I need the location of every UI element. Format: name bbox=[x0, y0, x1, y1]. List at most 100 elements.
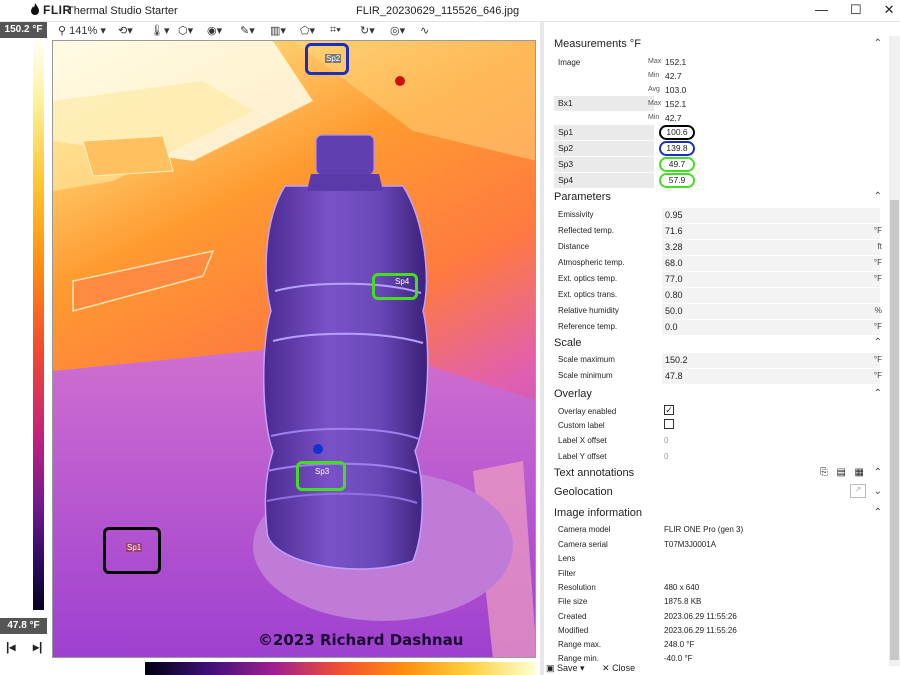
min-value: 42.7 bbox=[665, 113, 682, 123]
param-value[interactable]: 3.28 bbox=[662, 240, 880, 255]
param-label: Reference temp. bbox=[558, 322, 618, 331]
crop-tool-button[interactable]: ⌗▾ bbox=[330, 24, 341, 37]
save-button[interactable]: ▣ Save ▾ bbox=[546, 663, 585, 674]
sp2-label[interactable]: Sp2 bbox=[554, 141, 654, 156]
measurement-label: Image bbox=[558, 58, 581, 67]
info-row: Resolution 480 x 640 bbox=[544, 581, 888, 595]
custom-label-checkbox[interactable] bbox=[664, 419, 674, 429]
info-value: 248.0 °F bbox=[664, 640, 695, 649]
param-label: Reflected temp. bbox=[558, 226, 615, 235]
min-key: Min bbox=[648, 72, 660, 79]
rotate-tool-button[interactable]: ⟲▾ bbox=[118, 24, 133, 37]
chevron-down-icon[interactable]: ⌄ bbox=[874, 486, 882, 497]
temperature-scale-bar[interactable] bbox=[33, 40, 44, 610]
scale-label: Scale maximum bbox=[558, 355, 615, 364]
text-annotations-header[interactable]: Text annotations bbox=[554, 467, 634, 479]
avg-key: Avg bbox=[648, 86, 660, 93]
sp3-label[interactable]: Sp3 bbox=[554, 157, 654, 172]
scale-value[interactable]: 150.2 bbox=[662, 353, 880, 368]
voice-annotation-icon[interactable]: ▦ bbox=[855, 467, 864, 478]
measurements-header[interactable]: Measurements °F bbox=[554, 38, 641, 50]
label-x-offset-value[interactable]: 0 bbox=[664, 436, 668, 445]
overlay-row: Overlay enabled ✓ bbox=[544, 405, 888, 419]
zoom-value: 141% bbox=[69, 25, 98, 37]
copyright-watermark: ©2023 Richard Dashnau bbox=[258, 631, 464, 649]
info-value: FLIR ONE Pro (gen 3) bbox=[664, 525, 744, 534]
overlay-header[interactable]: Overlay bbox=[554, 388, 592, 400]
chevron-up-icon[interactable]: ⌃ bbox=[874, 191, 882, 202]
plot-tool-button[interactable]: ∿ bbox=[420, 24, 429, 37]
spot-marker-sp2[interactable]: Sp2 bbox=[305, 43, 349, 75]
add-annotation-icon[interactable]: ⎘ bbox=[820, 467, 828, 478]
3d-view-button[interactable]: ⬡▾ bbox=[178, 24, 193, 37]
image-information-header[interactable]: Image information bbox=[554, 507, 642, 519]
info-label: Filter bbox=[558, 569, 576, 578]
flir-logo: FLIR bbox=[30, 3, 72, 17]
label-y-offset-label: Label Y offset bbox=[558, 452, 607, 461]
min-value: 42.7 bbox=[665, 71, 682, 81]
spot-label: Sp1 bbox=[126, 543, 143, 552]
chevron-up-icon[interactable]: ⌃ bbox=[874, 507, 882, 518]
overlay-enabled-checkbox[interactable]: ✓ bbox=[664, 405, 674, 415]
sp3-value[interactable]: 49.7 bbox=[659, 157, 695, 172]
param-value[interactable]: 0.80 bbox=[662, 288, 880, 303]
zoom-control[interactable]: ⚲ 141% ▾ bbox=[58, 24, 106, 37]
thermometer-tool-button[interactable]: 🌡▾ bbox=[150, 24, 170, 37]
sp1-value[interactable]: 100.6 bbox=[659, 125, 695, 140]
palette-strip[interactable] bbox=[145, 662, 535, 675]
geolocation-header[interactable]: Geolocation bbox=[554, 486, 613, 498]
chevron-up-icon[interactable]: ⌃ bbox=[874, 337, 882, 348]
parameters-header[interactable]: Parameters bbox=[554, 191, 611, 203]
param-label: Emissivity bbox=[558, 210, 594, 219]
info-label: Resolution bbox=[558, 583, 596, 592]
thermal-image[interactable]: Sp2 Sp4 Sp3 Sp1 ©2023 Richard Dashnau bbox=[52, 40, 536, 658]
scale-max-label[interactable]: 150.2 °F bbox=[0, 22, 47, 38]
spot-marker-sp4[interactable]: Sp4 bbox=[372, 273, 418, 300]
first-image-button[interactable]: |◂ bbox=[6, 640, 15, 654]
maximize-button[interactable]: ☐ bbox=[850, 2, 862, 18]
param-value[interactable]: 68.0 bbox=[662, 256, 880, 271]
spot-marker-sp1[interactable]: Sp1 bbox=[103, 527, 161, 574]
info-value: 480 x 640 bbox=[664, 583, 700, 592]
palette-button[interactable]: ◉▾ bbox=[207, 24, 222, 37]
chart-tool-button[interactable]: ▥▾ bbox=[270, 24, 286, 37]
notes-icon[interactable]: ▤ bbox=[837, 467, 846, 478]
chevron-up-icon[interactable]: ⌃ bbox=[874, 38, 882, 49]
minimize-button[interactable]: — bbox=[815, 2, 828, 18]
overlay-row: Label Y offset 0 bbox=[544, 450, 888, 464]
open-map-icon[interactable]: ↗ bbox=[850, 484, 866, 498]
fusion-tool-button[interactable]: ◎▾ bbox=[390, 24, 405, 37]
draw-tool-button[interactable]: ✎▾ bbox=[240, 24, 255, 37]
param-value[interactable]: 0.0 bbox=[662, 320, 880, 335]
save-label: Save bbox=[557, 663, 578, 673]
scrollbar-thumb[interactable] bbox=[890, 200, 899, 660]
close-button[interactable]: ✕ Close bbox=[602, 663, 635, 674]
sp1-label[interactable]: Sp1 bbox=[554, 125, 654, 140]
info-label: Camera model bbox=[558, 525, 611, 534]
scale-row: Scale minimum 47.8 °F bbox=[544, 369, 888, 384]
info-row: Camera model FLIR ONE Pro (gen 3) bbox=[544, 523, 888, 537]
sp4-label[interactable]: Sp4 bbox=[554, 173, 654, 188]
sp2-value[interactable]: 139.8 bbox=[659, 141, 695, 156]
sp4-value[interactable]: 57.9 bbox=[659, 173, 695, 188]
param-value[interactable]: 71.6 bbox=[662, 224, 880, 239]
save-icon: ▣ bbox=[546, 663, 555, 673]
param-row: Atmospheric temp. 68.0 °F bbox=[544, 256, 888, 271]
param-value[interactable]: 50.0 bbox=[662, 304, 880, 319]
chevron-up-icon[interactable]: ⌃ bbox=[874, 467, 882, 478]
chevron-up-icon[interactable]: ⌃ bbox=[874, 388, 882, 399]
close-window-button[interactable]: ✕ bbox=[884, 2, 895, 18]
last-image-button[interactable]: ▸| bbox=[33, 640, 42, 654]
spot-marker-sp3[interactable]: Sp3 bbox=[296, 461, 346, 491]
param-value[interactable]: 0.95 bbox=[662, 208, 880, 223]
shape-tool-button[interactable]: ⬠▾ bbox=[300, 24, 315, 37]
scale-min-label[interactable]: 47.8 °F bbox=[0, 618, 47, 634]
scale-value[interactable]: 47.8 bbox=[662, 369, 880, 384]
param-label: Ext. optics trans. bbox=[558, 290, 618, 299]
param-value[interactable]: 77.0 bbox=[662, 272, 880, 287]
info-value: 1875.8 KB bbox=[664, 597, 702, 606]
scale-header[interactable]: Scale bbox=[554, 337, 582, 349]
reset-tool-button[interactable]: ↻▾ bbox=[360, 24, 375, 37]
label-y-offset-value[interactable]: 0 bbox=[664, 452, 668, 461]
param-row: Emissivity 0.95 bbox=[544, 208, 888, 223]
